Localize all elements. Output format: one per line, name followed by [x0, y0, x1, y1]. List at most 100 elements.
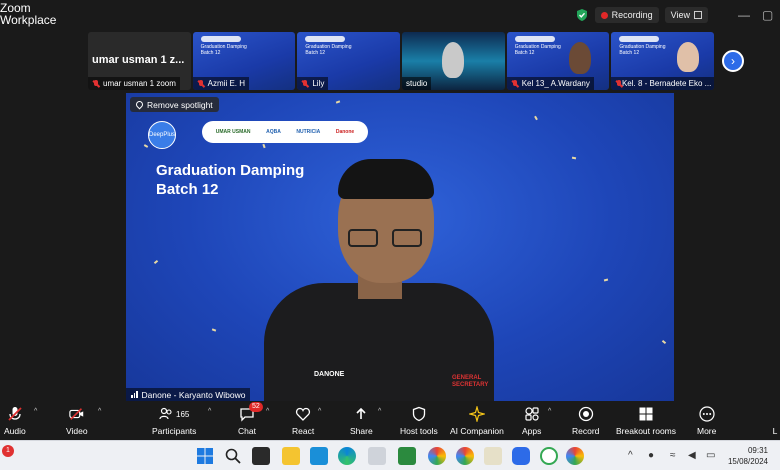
mic-icon[interactable]: ● — [648, 450, 654, 461]
shield-check-icon[interactable] — [575, 8, 589, 22]
system-clock[interactable]: 09:31 15/08/2024 — [728, 445, 768, 467]
battery-icon[interactable]: ▭ — [706, 450, 715, 461]
notepad-icon[interactable] — [484, 447, 502, 465]
host-tools-label: Host tools — [400, 426, 438, 436]
view-button[interactable]: View — [664, 7, 708, 23]
volume-icon[interactable]: ◀ — [688, 450, 696, 461]
ai-companion-button[interactable]: AI Companion — [450, 406, 504, 436]
host-tools-button[interactable]: Host tools — [400, 406, 438, 436]
shield-icon — [411, 406, 427, 422]
chat-icon: 52 — [239, 402, 263, 422]
slide-logo-icon — [619, 36, 660, 42]
clock-time: 09:31 — [747, 446, 768, 455]
breakout-rooms-button[interactable]: Breakout rooms — [616, 406, 676, 436]
slide-title: Graduation Damping Batch 12 — [619, 44, 666, 56]
leave-label: L — [772, 426, 778, 436]
shirt-logo: DANONE — [314, 371, 345, 378]
minimize-icon[interactable]: — — [738, 8, 750, 22]
mic-muted-icon — [92, 79, 100, 88]
participant-tile[interactable]: Graduation Damping Batch 12 Kel. 8 - Ber… — [611, 32, 715, 90]
participant-label: umar usman 1 zoom — [88, 77, 180, 90]
chevron-up-icon[interactable]: ^ — [628, 450, 633, 461]
record-icon — [578, 406, 594, 422]
more-dots-icon — [699, 406, 715, 422]
confetti-decoration — [143, 144, 149, 148]
participant-label-text: studio — [406, 79, 428, 88]
chrome-icon[interactable] — [566, 447, 584, 465]
more-button[interactable]: More — [697, 406, 716, 436]
person-figure-icon — [568, 42, 591, 74]
react-options-chevron-icon[interactable]: ^ — [318, 408, 321, 415]
participant-label-text: Azmii E. H — [207, 79, 246, 88]
leave-button[interactable]: L — [770, 406, 780, 436]
app-icon[interactable] — [540, 447, 558, 465]
event-title-line: Batch 12 — [156, 181, 219, 198]
apps-button[interactable]: Apps — [522, 406, 541, 436]
next-page-button[interactable]: › — [722, 50, 744, 72]
ai-companion-label: AI Companion — [450, 426, 504, 436]
participant-strip: umar usman 1 z... umar usman 1 zoom Grad… — [88, 32, 715, 90]
share-options-chevron-icon[interactable]: ^ — [378, 408, 381, 415]
camera-off-icon — [69, 406, 85, 422]
participant-name-large: umar usman 1 z... — [92, 54, 185, 66]
apps-options-chevron-icon[interactable]: ^ — [548, 408, 551, 415]
recording-label: Recording — [611, 10, 653, 20]
speaker-name: Danone - Karyanto Wibowo — [141, 389, 246, 400]
clock-date: 15/08/2024 — [727, 457, 768, 466]
chat-options-chevron-icon[interactable]: ^ — [266, 408, 269, 415]
grid-icon — [694, 11, 702, 19]
mic-muted-icon — [197, 79, 205, 88]
deepplus-logo: DeepPlus — [148, 121, 176, 149]
mic-muted-icon — [7, 406, 23, 422]
edge-icon[interactable] — [338, 447, 356, 465]
breakout-rooms-label: Breakout rooms — [616, 426, 676, 436]
chrome-icon[interactable] — [428, 447, 446, 465]
spotlight-video[interactable]: Remove spotlight DeepPlus UMAR USMAN AQB… — [126, 93, 674, 401]
zoom-icon[interactable] — [512, 447, 530, 465]
person-figure-icon — [442, 42, 465, 78]
wifi-icon[interactable]: ≈ — [670, 450, 676, 461]
video-options-chevron-icon[interactable]: ^ — [98, 408, 101, 415]
chat-unread-badge: 52 — [248, 402, 263, 412]
store-icon[interactable] — [310, 447, 328, 465]
participant-tile[interactable]: umar usman 1 z... umar usman 1 zoom — [88, 32, 191, 90]
more-label: More — [697, 426, 717, 436]
mic-muted-icon — [615, 79, 621, 88]
sparkle-icon — [468, 406, 485, 422]
remove-spotlight-label: Remove spotlight — [147, 99, 213, 110]
chat-button[interactable]: 52 Chat — [238, 402, 263, 436]
audio-button[interactable]: Audio — [4, 406, 26, 436]
recording-indicator[interactable]: Recording — [594, 7, 659, 23]
participants-button[interactable]: 165 Participants — [152, 406, 196, 436]
participant-tile[interactable]: Graduation Damping Batch 12 Lily — [297, 32, 401, 90]
confetti-decoration — [571, 156, 577, 160]
search-icon[interactable] — [224, 447, 242, 465]
chrome-icon[interactable] — [456, 447, 474, 465]
apps-icon — [524, 406, 540, 422]
maximize-icon[interactable]: ▢ — [762, 8, 773, 22]
remove-spotlight-button[interactable]: Remove spotlight — [130, 97, 219, 112]
audio-options-chevron-icon[interactable]: ^ — [34, 408, 37, 415]
react-button[interactable]: React — [292, 406, 314, 436]
app-icon[interactable] — [398, 447, 416, 465]
share-button[interactable]: Share — [350, 406, 373, 436]
participant-tile[interactable]: Graduation Damping Batch 12 Azmii E. H — [192, 32, 296, 90]
mic-muted-icon — [511, 79, 519, 88]
participant-tile[interactable]: studio — [402, 32, 505, 90]
sponsor-logo: NUTRICIA — [296, 129, 321, 135]
notification-badge[interactable]: 1 — [2, 445, 14, 457]
participants-options-chevron-icon[interactable]: ^ — [208, 408, 211, 415]
heart-icon — [295, 406, 311, 422]
windows-start-icon[interactable] — [196, 447, 214, 465]
participant-tile[interactable]: Graduation Damping Batch 12 Kel 13_ A.Wa… — [506, 32, 610, 90]
participant-label: Kel. 8 - Bernadete Eko ... — [611, 77, 715, 90]
app-icon[interactable] — [368, 447, 386, 465]
slide-logo-icon — [305, 36, 346, 42]
sponsor-logo: AQBA — [266, 129, 281, 135]
file-explorer-icon[interactable] — [282, 447, 300, 465]
slide-title: Graduation Damping Batch 12 — [305, 44, 352, 56]
task-view-icon[interactable] — [252, 447, 270, 465]
video-button[interactable]: Video — [66, 406, 88, 436]
record-button[interactable]: Record — [572, 406, 599, 436]
windows-taskbar: 1 ^ ● ≈ ◀ ▭ 09:31 15/08/2024 — [0, 440, 780, 470]
